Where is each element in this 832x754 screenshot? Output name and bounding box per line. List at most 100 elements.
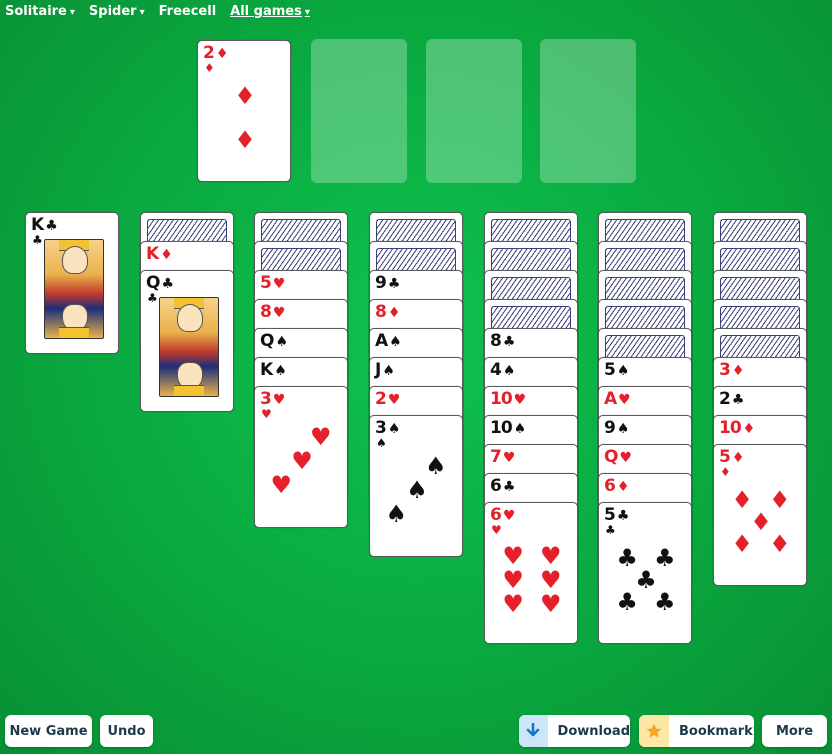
small-suit-icon: ♣ [605,523,616,537]
pip-icon: ♦ [234,126,256,154]
card-corner: 8 ♥ [260,303,285,322]
new-game-button[interactable]: New Game [5,715,92,747]
nav-all-games[interactable]: All games ▾ [230,4,310,19]
undo-label: Undo [107,723,146,739]
pip-icon: ♦ [769,530,791,558]
card-corner: 5 ♠ [604,361,629,380]
card-rank: 2 [719,389,731,409]
card-suit: ♠ [275,334,289,350]
card-6-hearts[interactable]: 6 ♥ ♥ ♥ ♥ ♥ ♥ ♥ ♥ [484,502,578,644]
card-rank: 8 [490,331,502,351]
card-rank: 2 [375,389,387,409]
card-K-clubs[interactable]: K ♣ ♣ [25,212,119,354]
card-suit: ♥ [502,450,516,466]
pip-icon: ♠ [406,475,428,504]
card-corner: 10 ♥ [490,390,526,409]
pip-icon: ♣ [616,588,638,616]
card-suit: ♠ [513,421,527,437]
star-icon [639,715,669,747]
card-rank: 10 [490,389,513,409]
card-suit: ♣ [616,508,630,524]
pip-icon: ♥ [310,422,332,451]
card-corner: K ♠ [260,361,287,380]
card-corner: A ♠ [375,332,402,351]
card-suit: ♠ [387,421,401,437]
new-game-label: New Game [9,723,88,739]
card-rank: K [146,244,159,264]
card-corner: 7 ♥ [490,448,515,467]
card-rank: K [31,215,44,235]
card-corner: 4 ♠ [490,361,515,380]
more-label: More [775,723,814,739]
nav-label: Solitaire [5,4,67,19]
undo-button[interactable]: Undo [100,715,153,747]
card-rank: 9 [375,273,387,293]
card-rank: 4 [490,360,502,380]
card-suit: ♦ [160,247,173,263]
card-corner: 10 ♦ [719,419,755,438]
card-5-diamonds[interactable]: 5 ♦ ♦ ♦ ♦ ♦ ♦ ♦ [713,444,807,586]
card-rank: 3 [260,389,272,409]
card-suit: ♣ [502,334,516,350]
foundation-slot[interactable] [426,39,522,183]
card-corner: 2 ♣ [719,390,744,409]
queen-portrait [159,297,219,397]
card-rank: 5 [604,505,616,525]
card-corner: 6 ♣ [490,477,515,496]
pip-icon: ♥ [540,541,562,570]
chevron-down-icon: ▾ [304,7,310,18]
card-corner: 6 ♦ [604,477,629,496]
card-suit: ♥ [387,392,401,408]
card-corner: 9 ♣ [375,274,400,293]
card-rank: 3 [375,418,387,438]
download-icon [519,715,548,747]
pip-icon: ♥ [502,590,524,619]
card-rank: 9 [604,418,616,438]
more-button[interactable]: More [762,715,827,747]
card-rank: 6 [490,476,502,496]
pip-icon: ♠ [425,451,447,480]
chevron-down-icon: ▾ [69,7,75,18]
card-suit: ♦ [215,46,229,62]
card-rank: 5 [719,447,731,467]
pip-icon: ♥ [291,446,313,475]
card-Q-clubs[interactable]: Q ♣ ♣ [140,270,234,412]
card-3-spades[interactable]: 3 ♠ ♠ ♠ ♠ ♠ [369,415,463,557]
pip-icon: ♣ [654,588,676,616]
card-rank: A [375,331,388,351]
bookmark-button[interactable]: Bookmark [639,715,754,747]
pip-icon: ♦ [234,82,256,110]
card-5-clubs[interactable]: 5 ♣ ♣ ♣ ♣ ♣ ♣ ♣ [598,502,692,644]
card-suit: ♠ [274,363,287,379]
card-suit: ♥ [272,392,286,408]
card-2-diamonds[interactable]: 2 ♦ ♦ ♦ ♦ [197,40,291,182]
nav-solitaire[interactable]: Solitaire ▾ [5,4,75,19]
card-rank: 3 [719,360,731,380]
download-button[interactable]: Download [519,715,630,747]
card-3-hearts[interactable]: 3 ♥ ♥ ♥ ♥ ♥ [254,386,348,528]
small-suit-icon: ♣ [32,233,43,247]
card-corner: 9 ♠ [604,419,629,438]
card-suit: ♠ [502,363,516,379]
foundation-slot[interactable] [311,39,407,183]
card-rank: Q [260,331,274,351]
card-rank: J [375,360,381,380]
card-rank: Q [146,273,160,293]
pip-icon: ♣ [654,544,676,572]
nav-freecell[interactable]: Freecell [159,4,217,19]
card-corner: Q ♠ [260,332,288,351]
card-suit: ♥ [619,450,633,466]
card-corner: J ♠ [375,361,395,380]
king-portrait [44,239,104,339]
card-suit: ♣ [387,276,401,292]
nav-label: Freecell [158,4,217,19]
nav-spider[interactable]: Spider ▾ [89,4,145,19]
foundation-slot[interactable] [540,39,636,183]
card-suit: ♥ [513,392,527,408]
chevron-down-icon: ▾ [139,7,145,18]
card-corner: 8 ♣ [490,332,515,351]
card-suit: ♣ [502,479,516,495]
download-label: Download [557,723,630,739]
card-suit: ♥ [272,305,286,321]
pip-icon: ♥ [270,470,293,499]
